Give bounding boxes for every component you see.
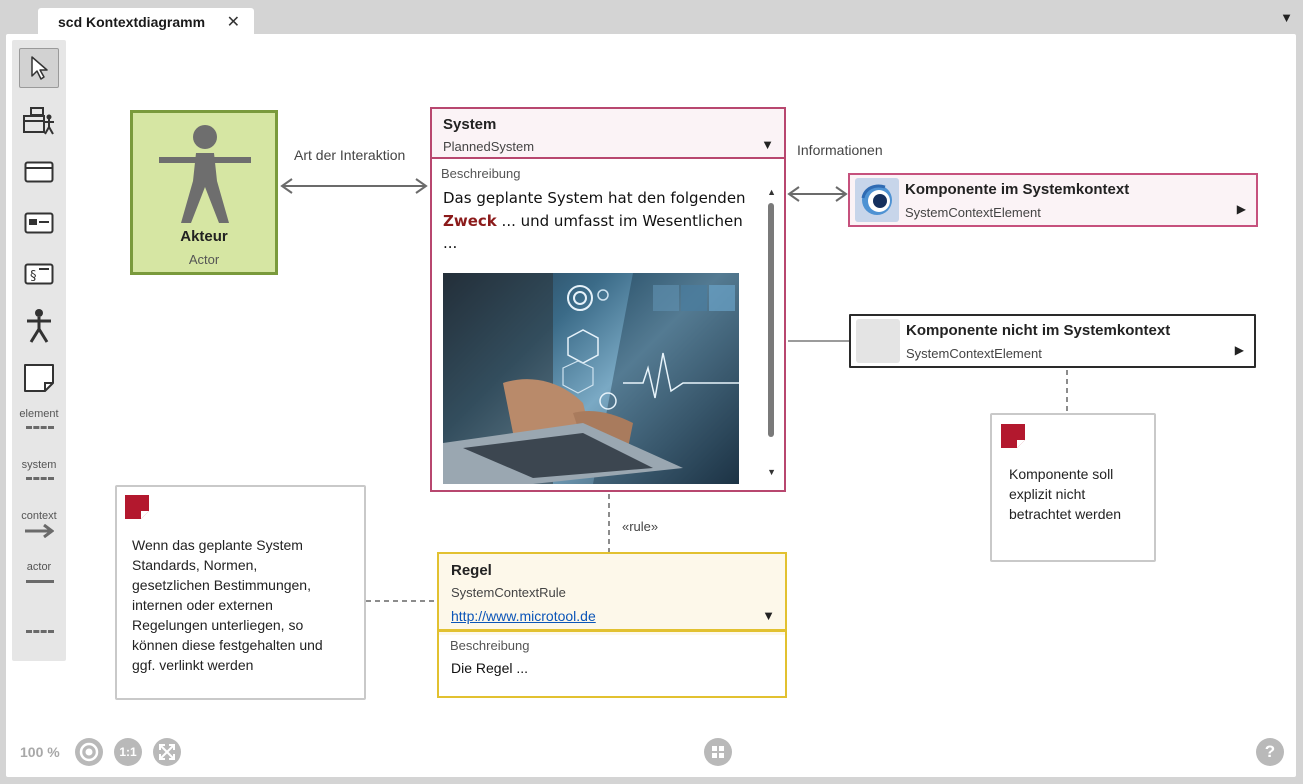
tab-menu-chevron-down-icon[interactable]: ▼ bbox=[1280, 10, 1293, 25]
center-view-button[interactable] bbox=[75, 738, 103, 766]
section-card-tool[interactable]: § bbox=[19, 254, 59, 294]
note-text: Komponente soll explizit nicht betrachte… bbox=[1009, 466, 1122, 522]
system-title: System bbox=[443, 116, 497, 133]
note-text: Wenn das geplante System Standards, Norm… bbox=[132, 537, 323, 673]
note-red-icon bbox=[1001, 424, 1025, 448]
element-card-tool[interactable] bbox=[19, 203, 59, 243]
palette-label-actor: actor bbox=[26, 561, 52, 573]
rule-title: Regel bbox=[451, 562, 492, 579]
system-description-panel[interactable]: Beschreibung Das geplante System hat den… bbox=[432, 159, 784, 490]
zoom-level: 100 % bbox=[20, 744, 60, 760]
component-type: SystemContextElement bbox=[905, 205, 1041, 220]
actor-tool[interactable] bbox=[19, 306, 59, 346]
element-palette: § element system context actor bbox=[12, 40, 66, 661]
interaction-label: Art der Interaktion bbox=[294, 147, 406, 163]
scrollbar-thumb[interactable] bbox=[768, 203, 774, 437]
information-label: Informationen bbox=[797, 142, 883, 158]
element-dashed-connector-tool[interactable] bbox=[26, 426, 54, 429]
context-diagram-icon bbox=[23, 107, 54, 135]
actor-name: Akteur bbox=[180, 228, 228, 245]
palette-label-system: system bbox=[21, 459, 57, 471]
component-not-in-context[interactable]: Komponente nicht im Systemkontext System… bbox=[849, 314, 1256, 368]
note-component-excluded[interactable]: Komponente soll explizit nicht betrachte… bbox=[990, 413, 1156, 562]
target-icon bbox=[76, 739, 102, 765]
rule-type: SystemContextRule bbox=[451, 585, 566, 600]
palette-label-element: element bbox=[19, 408, 59, 420]
rule-element[interactable]: Regel SystemContextRule http://www.micro… bbox=[437, 552, 787, 698]
note-standards[interactable]: Wenn das geplante System Standards, Norm… bbox=[115, 485, 366, 700]
layout-icon bbox=[705, 739, 731, 765]
actual-size-label: 1:1 bbox=[119, 745, 137, 759]
actor-figure-icon bbox=[159, 125, 251, 223]
section-card-icon: § bbox=[24, 263, 54, 285]
chevron-down-icon[interactable]: ▼ bbox=[762, 608, 775, 623]
system-description-part1: Das geplante System hat den folgenden bbox=[443, 189, 746, 207]
rule-description-label: Beschreibung bbox=[450, 638, 530, 653]
note-tool[interactable] bbox=[19, 358, 59, 398]
component-title: Komponente nicht im Systemkontext bbox=[906, 322, 1171, 339]
context-arrow-tool[interactable] bbox=[24, 524, 54, 538]
scroll-up-icon[interactable]: ▲ bbox=[767, 187, 776, 197]
rule-stereotype-label: «rule» bbox=[622, 519, 659, 534]
component-type: SystemContextElement bbox=[906, 346, 1042, 361]
actor-element[interactable]: Akteur Actor bbox=[130, 110, 278, 275]
empty-element-icon bbox=[856, 319, 900, 363]
tab-title: scd Kontextdiagramm bbox=[58, 13, 206, 30]
svg-text:§: § bbox=[30, 269, 37, 284]
scroll-down-icon[interactable]: ▼ bbox=[767, 467, 776, 477]
system-type: PlannedSystem bbox=[443, 139, 535, 154]
tab-kontextdiagramm[interactable]: scd Kontextdiagramm ✕ bbox=[38, 8, 254, 35]
component-in-context[interactable]: Komponente im Systemkontext SystemContex… bbox=[848, 173, 1258, 227]
close-icon[interactable]: ✕ bbox=[227, 12, 240, 32]
chevron-down-icon[interactable]: ▼ bbox=[761, 137, 774, 152]
window-icon bbox=[24, 161, 54, 183]
note-icon bbox=[24, 364, 54, 392]
context-diagram-tool[interactable] bbox=[19, 101, 59, 141]
help-button[interactable]: ? bbox=[1256, 738, 1284, 766]
system-element[interactable]: System PlannedSystem ▼ Beschreibung Das … bbox=[430, 107, 786, 492]
tech-hands-illustration bbox=[443, 273, 739, 484]
generic-dashed-connector-tool[interactable] bbox=[26, 630, 54, 633]
fit-to-screen-button[interactable] bbox=[153, 738, 181, 766]
note-red-icon bbox=[125, 495, 149, 519]
system-description-highlight: Zweck bbox=[443, 211, 497, 230]
help-icon: ? bbox=[1264, 742, 1276, 761]
layout-button[interactable] bbox=[704, 738, 732, 766]
expand-arrow-icon[interactable]: ▶ bbox=[1235, 343, 1244, 357]
expand-icon bbox=[154, 739, 180, 765]
window-element-tool[interactable] bbox=[19, 152, 59, 192]
rule-description-panel[interactable]: Beschreibung Die Regel ... bbox=[439, 635, 785, 696]
pointer-tool[interactable] bbox=[19, 48, 59, 88]
rule-header: Regel SystemContextRule http://www.micro… bbox=[439, 554, 785, 632]
component-title: Komponente im Systemkontext bbox=[905, 181, 1130, 198]
rule-description-text: Die Regel ... bbox=[451, 660, 529, 676]
actor-line-tool[interactable] bbox=[26, 580, 54, 583]
pointer-icon bbox=[31, 56, 48, 80]
actor-icon bbox=[27, 309, 51, 343]
system-illustration-image bbox=[443, 273, 739, 484]
system-header: System PlannedSystem ▼ bbox=[432, 109, 784, 159]
tab-bar: scd Kontextdiagramm ✕ ▼ bbox=[0, 0, 1303, 35]
system-description-label: Beschreibung bbox=[441, 166, 521, 181]
context-element-icon bbox=[855, 178, 899, 222]
system-dashed-connector-tool[interactable] bbox=[26, 477, 54, 480]
system-description-text: Das geplante System hat den folgenden Zw… bbox=[443, 187, 753, 255]
actual-size-button[interactable]: 1:1 bbox=[114, 738, 142, 766]
actor-type: Actor bbox=[188, 252, 220, 267]
rule-link[interactable]: http://www.microtool.de bbox=[451, 608, 596, 624]
expand-arrow-icon[interactable]: ▶ bbox=[1237, 202, 1246, 216]
palette-label-context: context bbox=[21, 510, 57, 522]
element-card-icon bbox=[24, 212, 54, 234]
